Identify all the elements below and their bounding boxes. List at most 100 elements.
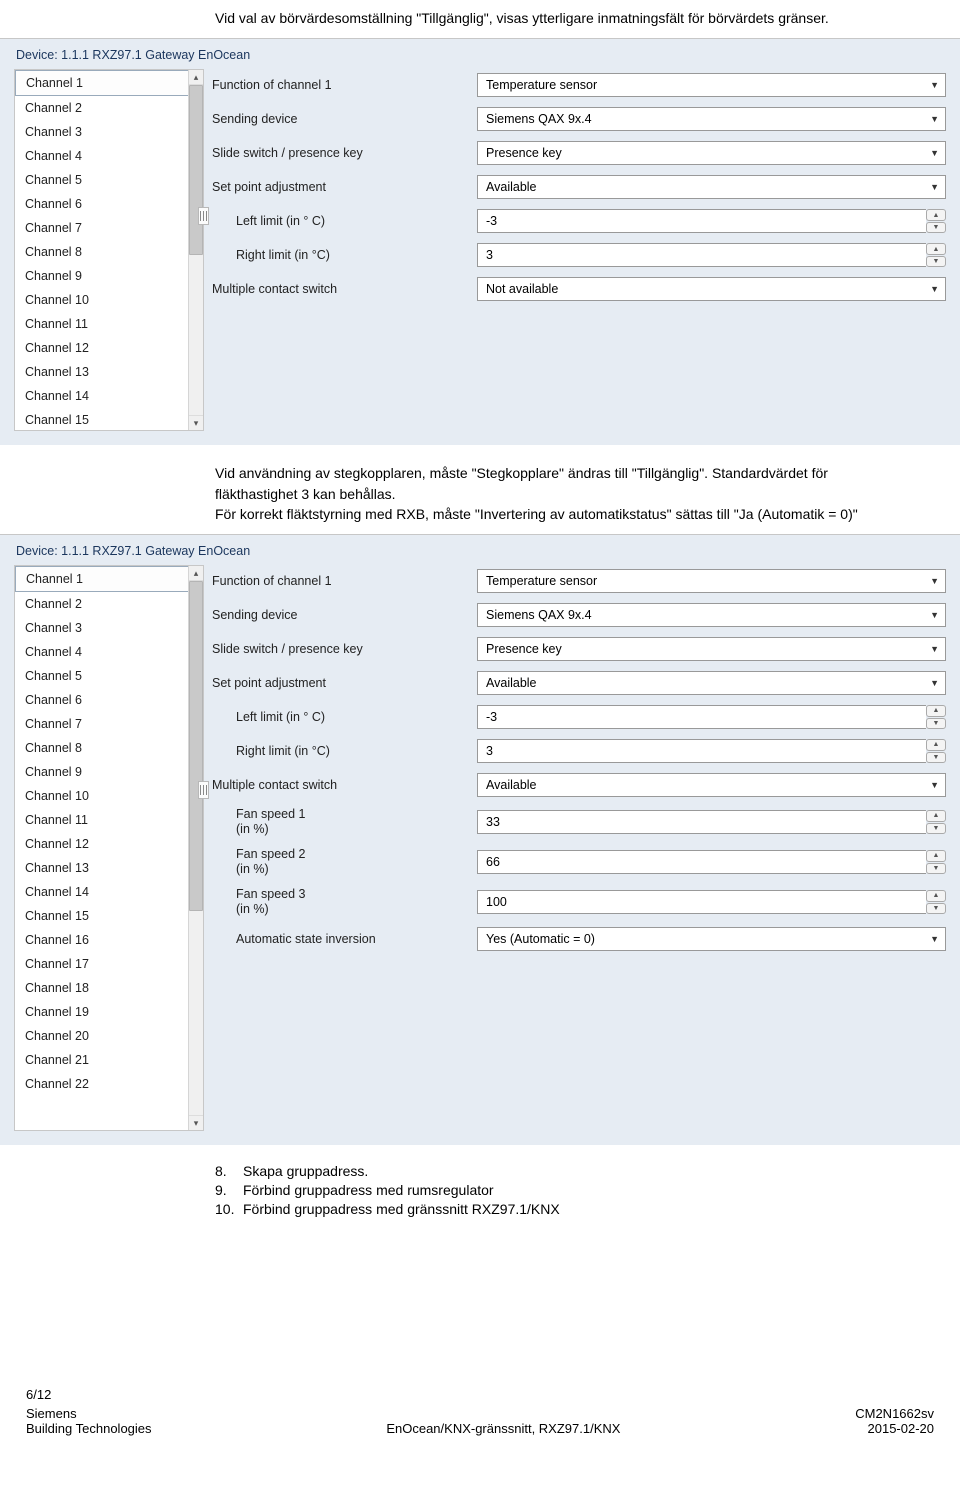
channel-item[interactable]: Channel 4 xyxy=(15,144,203,168)
channel-item[interactable]: Channel 7 xyxy=(15,712,203,736)
slide-label: Slide switch / presence key xyxy=(212,642,477,656)
send-value: Siemens QAX 9x.4 xyxy=(486,608,592,622)
channel-item[interactable]: Channel 6 xyxy=(15,192,203,216)
chevron-down-icon: ▼ xyxy=(930,80,939,90)
channel-item[interactable]: Channel 22 xyxy=(15,1072,203,1096)
spin-up-icon[interactable]: ▲ xyxy=(926,705,946,717)
scroll-down-icon[interactable]: ▾ xyxy=(189,415,203,430)
spin-up-icon[interactable]: ▲ xyxy=(926,810,946,822)
channel-item[interactable]: Channel 8 xyxy=(15,240,203,264)
fan-speed-1-input[interactable] xyxy=(477,810,926,834)
channel-item[interactable]: Channel 7 xyxy=(15,216,203,240)
chevron-down-icon: ▼ xyxy=(930,148,939,158)
left-limit-spinner[interactable]: ▲▼ xyxy=(477,209,946,233)
slide-dropdown[interactable]: Presence key ▼ xyxy=(477,141,946,165)
channel-item[interactable]: Channel 14 xyxy=(15,384,203,408)
spin-up-icon[interactable]: ▲ xyxy=(926,243,946,255)
channel-item[interactable]: Channel 6 xyxy=(15,688,203,712)
channel-item[interactable]: Channel 18 xyxy=(15,976,203,1000)
channel-item[interactable]: Channel 5 xyxy=(15,664,203,688)
func-dropdown[interactable]: Temperature sensor ▼ xyxy=(477,569,946,593)
channel-item[interactable]: Channel 15 xyxy=(15,904,203,928)
channel-item[interactable]: Channel 9 xyxy=(15,760,203,784)
asi-dropdown[interactable]: Yes (Automatic = 0) ▼ xyxy=(477,927,946,951)
channel-item[interactable]: Channel 10 xyxy=(15,784,203,808)
asi-label: Automatic state inversion xyxy=(212,932,477,946)
multi-dropdown[interactable]: Not available ▼ xyxy=(477,277,946,301)
spin-down-icon[interactable]: ▼ xyxy=(926,752,946,764)
right-limit-input[interactable] xyxy=(477,243,926,267)
channel-item[interactable]: Channel 3 xyxy=(15,616,203,640)
spin-down-icon[interactable]: ▼ xyxy=(926,256,946,268)
right-limit-spinner[interactable]: ▲▼ xyxy=(477,739,946,763)
setp-dropdown[interactable]: Available ▼ xyxy=(477,671,946,695)
channel-item[interactable]: Channel 13 xyxy=(15,856,203,880)
fan-speed-2-spinner[interactable]: ▲▼ xyxy=(477,850,946,874)
left-limit-input[interactable] xyxy=(477,209,926,233)
spin-down-icon[interactable]: ▼ xyxy=(926,903,946,915)
channel-item[interactable]: Channel 20 xyxy=(15,1024,203,1048)
channel-item[interactable]: Channel 11 xyxy=(15,312,203,336)
scrollbar[interactable]: ▴ ▾ xyxy=(188,70,203,430)
scroll-up-icon[interactable]: ▴ xyxy=(189,70,203,85)
channel-item[interactable]: Channel 17 xyxy=(15,952,203,976)
multi-label: Multiple contact switch xyxy=(212,282,477,296)
multi-dropdown[interactable]: Available ▼ xyxy=(477,773,946,797)
channel-item[interactable]: Channel 3 xyxy=(15,120,203,144)
channel-item[interactable]: Channel 21 xyxy=(15,1048,203,1072)
channel-item[interactable]: Channel 19 xyxy=(15,1000,203,1024)
spin-up-icon[interactable]: ▲ xyxy=(926,850,946,862)
resize-grip[interactable] xyxy=(198,781,209,799)
channel-item[interactable]: Channel 15 xyxy=(15,408,203,430)
slide-dropdown[interactable]: Presence key ▼ xyxy=(477,637,946,661)
channel-item[interactable]: Channel 2 xyxy=(15,96,203,120)
spin-down-icon[interactable]: ▼ xyxy=(926,222,946,234)
left-limit-input[interactable] xyxy=(477,705,926,729)
list-item: 8.Skapa gruppadress. xyxy=(215,1163,840,1179)
channel-item[interactable]: Channel 2 xyxy=(15,592,203,616)
channel-item[interactable]: Channel 14 xyxy=(15,880,203,904)
channel-item[interactable]: Channel 5 xyxy=(15,168,203,192)
setp-dropdown[interactable]: Available ▼ xyxy=(477,175,946,199)
left-limit-spinner[interactable]: ▲▼ xyxy=(477,705,946,729)
fan-speed-3-spinner[interactable]: ▲▼ xyxy=(477,890,946,914)
spin-down-icon[interactable]: ▼ xyxy=(926,863,946,875)
chevron-down-icon: ▼ xyxy=(930,182,939,192)
channel-item[interactable]: Channel 12 xyxy=(15,336,203,360)
spin-up-icon[interactable]: ▲ xyxy=(926,890,946,902)
spin-down-icon[interactable]: ▼ xyxy=(926,718,946,730)
channel-list[interactable]: Channel 1Channel 2Channel 3Channel 4Chan… xyxy=(14,69,204,431)
channel-item[interactable]: Channel 1 xyxy=(15,566,203,592)
scrollbar[interactable]: ▴ ▾ xyxy=(188,566,203,1130)
scroll-thumb[interactable] xyxy=(189,581,203,911)
right-limit-input[interactable] xyxy=(477,739,926,763)
channel-item[interactable]: Channel 13 xyxy=(15,360,203,384)
channel-item[interactable]: Channel 16 xyxy=(15,928,203,952)
channel-item[interactable]: Channel 4 xyxy=(15,640,203,664)
channel-item[interactable]: Channel 9 xyxy=(15,264,203,288)
spin-down-icon[interactable]: ▼ xyxy=(926,823,946,835)
resize-grip[interactable] xyxy=(198,207,209,225)
spin-up-icon[interactable]: ▲ xyxy=(926,209,946,221)
right-limit-spinner[interactable]: ▲▼ xyxy=(477,243,946,267)
channel-item[interactable]: Channel 10 xyxy=(15,288,203,312)
chevron-down-icon: ▼ xyxy=(930,678,939,688)
scroll-thumb[interactable] xyxy=(189,85,203,255)
channel-item[interactable]: Channel 11 xyxy=(15,808,203,832)
send-dropdown[interactable]: Siemens QAX 9x.4 ▼ xyxy=(477,107,946,131)
func-label: Function of channel 1 xyxy=(212,574,477,588)
fs3-label: Fan speed 3(in %) xyxy=(212,887,477,917)
func-dropdown[interactable]: Temperature sensor ▼ xyxy=(477,73,946,97)
scroll-down-icon[interactable]: ▾ xyxy=(189,1115,203,1130)
fan-speed-1-spinner[interactable]: ▲▼ xyxy=(477,810,946,834)
channel-item[interactable]: Channel 12 xyxy=(15,832,203,856)
fan-speed-3-input[interactable] xyxy=(477,890,926,914)
spin-up-icon[interactable]: ▲ xyxy=(926,739,946,751)
channel-list[interactable]: Channel 1Channel 2Channel 3Channel 4Chan… xyxy=(14,565,204,1131)
channel-item[interactable]: Channel 1 xyxy=(15,70,203,96)
fan-speed-2-input[interactable] xyxy=(477,850,926,874)
channel-item[interactable]: Channel 8 xyxy=(15,736,203,760)
send-dropdown[interactable]: Siemens QAX 9x.4 ▼ xyxy=(477,603,946,627)
right-label: Right limit (in °C) xyxy=(212,744,477,758)
scroll-up-icon[interactable]: ▴ xyxy=(189,566,203,581)
